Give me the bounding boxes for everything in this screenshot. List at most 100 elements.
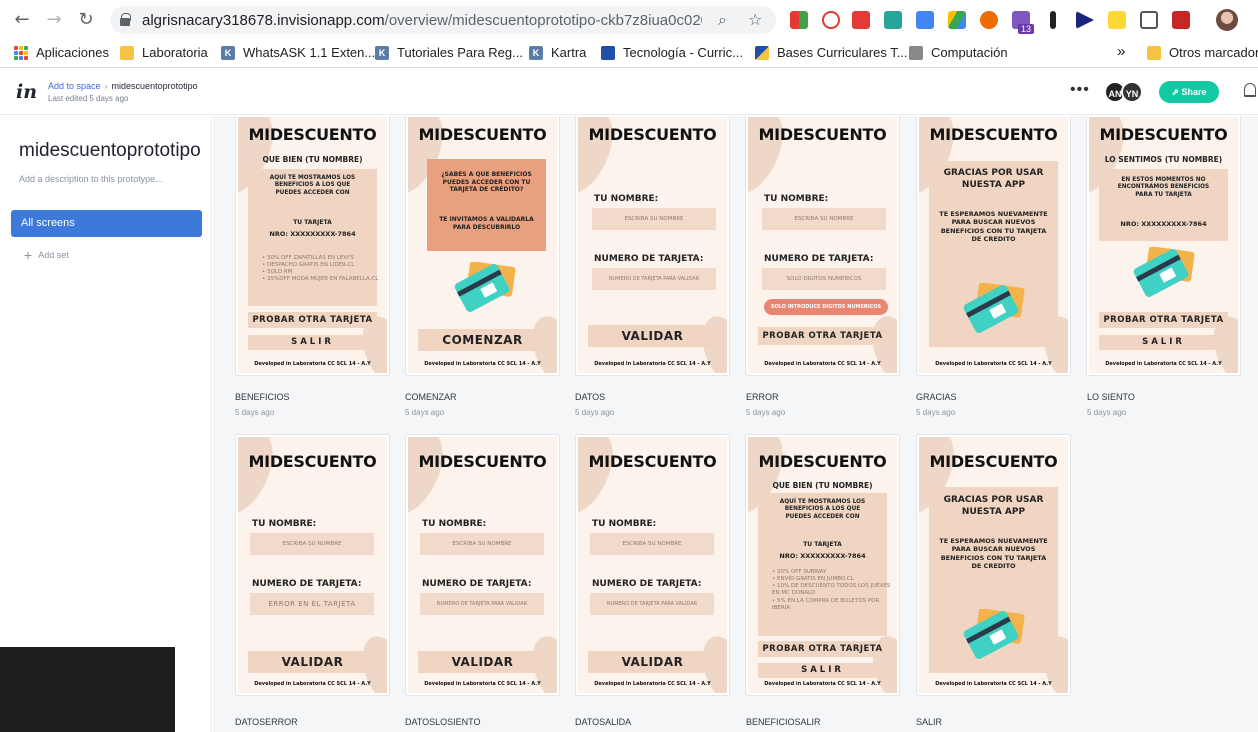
- screen-card-lo-siento[interactable]: MIDESCUENTO LO SENTIMOS (TU NOMBRE) EN E…: [1086, 116, 1241, 376]
- firefox-icon[interactable]: [980, 11, 998, 29]
- screen-caption[interactable]: DATOSERROR: [235, 717, 298, 727]
- mock-button: SALIR: [1099, 335, 1228, 350]
- screen-date: 5 days ago: [405, 408, 445, 417]
- highlighter-icon[interactable]: [1108, 11, 1126, 29]
- screen-caption[interactable]: COMENZAR: [405, 392, 457, 402]
- mock-input: NUMERO DE TARJETA PARA VALIDAR: [420, 593, 544, 615]
- k-icon: K: [375, 45, 389, 60]
- screen-thumbnail: MIDESCUENTO GRACIAS POR USAR NUESTA APP …: [919, 117, 1068, 373]
- mock-input: ESCRIBA SU NOMBRE: [250, 533, 374, 555]
- bookmark-tecnologia[interactable]: Tecnología - Curric...: [601, 45, 743, 60]
- mock-text: EN ESTOS MOMENTOS NO ENCONTRAMOS BENEFIC…: [1117, 177, 1210, 198]
- screen-caption[interactable]: DATOSLOSIENTO: [405, 717, 481, 727]
- bookmark-kartra[interactable]: K Kartra: [529, 45, 586, 60]
- screen-card-beneficiosalir[interactable]: MIDESCUENTO QUE BIEN (TU NOMBRE) AQUÍ TE…: [745, 434, 900, 696]
- folder-icon: [120, 45, 134, 60]
- k-icon: K: [221, 45, 235, 60]
- bookmark-laboratoria[interactable]: Laboratoria: [120, 45, 208, 60]
- add-to-space-link[interactable]: Add to space: [48, 81, 101, 91]
- mock-label: TU NOMBRE:: [594, 194, 659, 204]
- invision-logo[interactable]: in: [16, 81, 37, 103]
- bookmark-apps[interactable]: Aplicaciones: [14, 45, 109, 60]
- screen-card-datoserror[interactable]: MIDESCUENTO TU NOMBRE: ESCRIBA SU NOMBRE…: [235, 434, 390, 696]
- mock-text: TU TARJETA: [293, 219, 332, 226]
- screen-caption[interactable]: DATOSALIDA: [575, 717, 631, 727]
- screen-date: 5 days ago: [1087, 408, 1127, 417]
- bookmark-tutoriales[interactable]: K Tutoriales Para Reg...: [375, 45, 523, 60]
- extension-red-icon[interactable]: [852, 11, 870, 29]
- share-button[interactable]: ⇗ Share: [1159, 81, 1219, 103]
- screen-caption[interactable]: SALIR: [916, 717, 942, 727]
- screen-thumbnail: MIDESCUENTO LO SENTIMOS (TU NOMBRE) EN E…: [1089, 117, 1238, 373]
- mock-footer: Developed in Laboratoria CC SCL 14 - A.Y: [254, 681, 371, 687]
- reload-icon[interactable]: ↻: [76, 10, 96, 30]
- screen-card-datoslosiento[interactable]: MIDESCUENTO TU NOMBRE: ESCRIBA SU NOMBRE…: [405, 434, 560, 696]
- screen-thumbnail: MIDESCUENTO GRACIAS POR USAR NUESTA APP …: [919, 437, 1068, 693]
- screen-caption[interactable]: GRACIAS: [916, 392, 957, 402]
- translate-icon[interactable]: [916, 11, 934, 29]
- all-screens-button[interactable]: All screens: [11, 210, 202, 237]
- extension-box-icon[interactable]: [1140, 11, 1158, 29]
- pdf-icon[interactable]: [1172, 11, 1190, 29]
- extension-color-icon[interactable]: [790, 11, 808, 29]
- extension-badge: 13: [1018, 24, 1035, 34]
- bookmark-bases[interactable]: Bases Curriculares T...: [755, 45, 908, 60]
- description-field[interactable]: Add a description to this prototype...: [19, 174, 163, 184]
- drive-icon[interactable]: [948, 11, 966, 29]
- forward-icon[interactable]: →: [44, 10, 64, 30]
- screen-caption[interactable]: DATOS: [575, 392, 605, 402]
- avatar[interactable]: YN: [1121, 81, 1143, 103]
- apps-grid-icon: [14, 45, 28, 60]
- more-options-icon[interactable]: •••: [1070, 81, 1090, 99]
- screen-card-salir[interactable]: MIDESCUENTO GRACIAS POR USAR NUESTA APP …: [916, 434, 1071, 696]
- screen-caption[interactable]: LO SIENTO: [1087, 392, 1135, 402]
- breadcrumb: Add to space › midescuentoprototipo: [48, 81, 198, 91]
- screen-card-gracias[interactable]: MIDESCUENTO GRACIAS POR USAR NUESTA APP …: [916, 116, 1071, 376]
- play-icon: [601, 45, 615, 60]
- profile-avatar[interactable]: [1216, 9, 1238, 31]
- mock-label: NUMERO DE TARJETA:: [252, 579, 362, 589]
- mock-label: NUMERO DE TARJETA:: [592, 579, 702, 589]
- dark-overlay: [0, 647, 175, 732]
- extension-teal-icon[interactable]: [884, 11, 902, 29]
- k-icon: K: [529, 45, 543, 60]
- mock-footer: Developed in Laboratoria CC SCL 14 - A.Y: [594, 681, 711, 687]
- other-bookmarks[interactable]: Otros marcadores: [1147, 45, 1258, 60]
- mock-footer: Developed in Laboratoria CC SCL 14 - A.Y: [424, 361, 541, 367]
- prototype-title[interactable]: midescuentoprototipo: [19, 140, 204, 162]
- brand-title: MIDESCUENTO: [418, 125, 547, 144]
- bookmarks-overflow-button[interactable]: »: [1117, 43, 1125, 60]
- screen-card-beneficios[interactable]: MIDESCUENTO QUE BIEN (TU NOMBRE) AQUÍ TE…: [235, 116, 390, 376]
- screen-caption[interactable]: BENEFICIOS: [235, 392, 290, 402]
- screen-card-datos[interactable]: MIDESCUENTO TU NOMBRE: ESCRIBA SU NOMBRE…: [575, 116, 730, 376]
- credit-card-icon: [963, 283, 1025, 333]
- add-set-button[interactable]: + Add set: [24, 247, 69, 263]
- mock-button: SALIR: [248, 335, 377, 350]
- brand-title: MIDESCUENTO: [758, 452, 887, 471]
- screen-thumbnail: MIDESCUENTO TU NOMBRE: ESCRIBA SU NOMBRE…: [748, 117, 897, 373]
- microphone-icon[interactable]: [1050, 11, 1056, 29]
- mock-input: NUMERO DE TARJETA PARA VALIDAR: [592, 268, 716, 290]
- bookmark-star-icon[interactable]: ☆: [748, 10, 762, 29]
- mock-input: ESCRIBA SU NOMBRE: [592, 208, 716, 230]
- back-icon[interactable]: ←: [12, 10, 32, 30]
- mock-text: NRO: XXXXXXXXX-7864: [779, 552, 866, 560]
- extension-target-icon[interactable]: [822, 11, 840, 29]
- mock-input: ESCRIBA SU NOMBRE: [420, 533, 544, 555]
- bookmark-whatsask[interactable]: K WhatsASK 1.1 Exten...: [221, 45, 375, 60]
- brand-title: MIDESCUENTO: [418, 452, 547, 471]
- mock-button: VALIDAR: [588, 651, 717, 673]
- credit-card-icon: [963, 609, 1025, 659]
- screen-card-error[interactable]: MIDESCUENTO TU NOMBRE: ESCRIBA SU NOMBRE…: [745, 116, 900, 376]
- screen-caption[interactable]: BENEFICIOSALIR: [746, 717, 821, 727]
- search-icon[interactable]: ⌕: [718, 10, 727, 30]
- screen-caption[interactable]: ERROR: [746, 392, 779, 402]
- mock-label: TU NOMBRE:: [422, 519, 487, 529]
- screen-card-comenzar[interactable]: MIDESCUENTO ¿SABES A QUE BENEFICIOS PUED…: [405, 116, 560, 376]
- bookmark-computacion[interactable]: Computación: [909, 45, 1008, 60]
- mock-input: NUMERO DE TARJETA PARA VALIDAR: [590, 593, 714, 615]
- screen-card-datosalida[interactable]: MIDESCUENTO TU NOMBRE: ESCRIBA SU NOMBRE…: [575, 434, 730, 696]
- bell-icon[interactable]: [1244, 83, 1256, 97]
- cursor-icon[interactable]: [1076, 11, 1094, 29]
- address-bar[interactable]: algrisnacary318678.invisionapp.com/overv…: [110, 6, 776, 34]
